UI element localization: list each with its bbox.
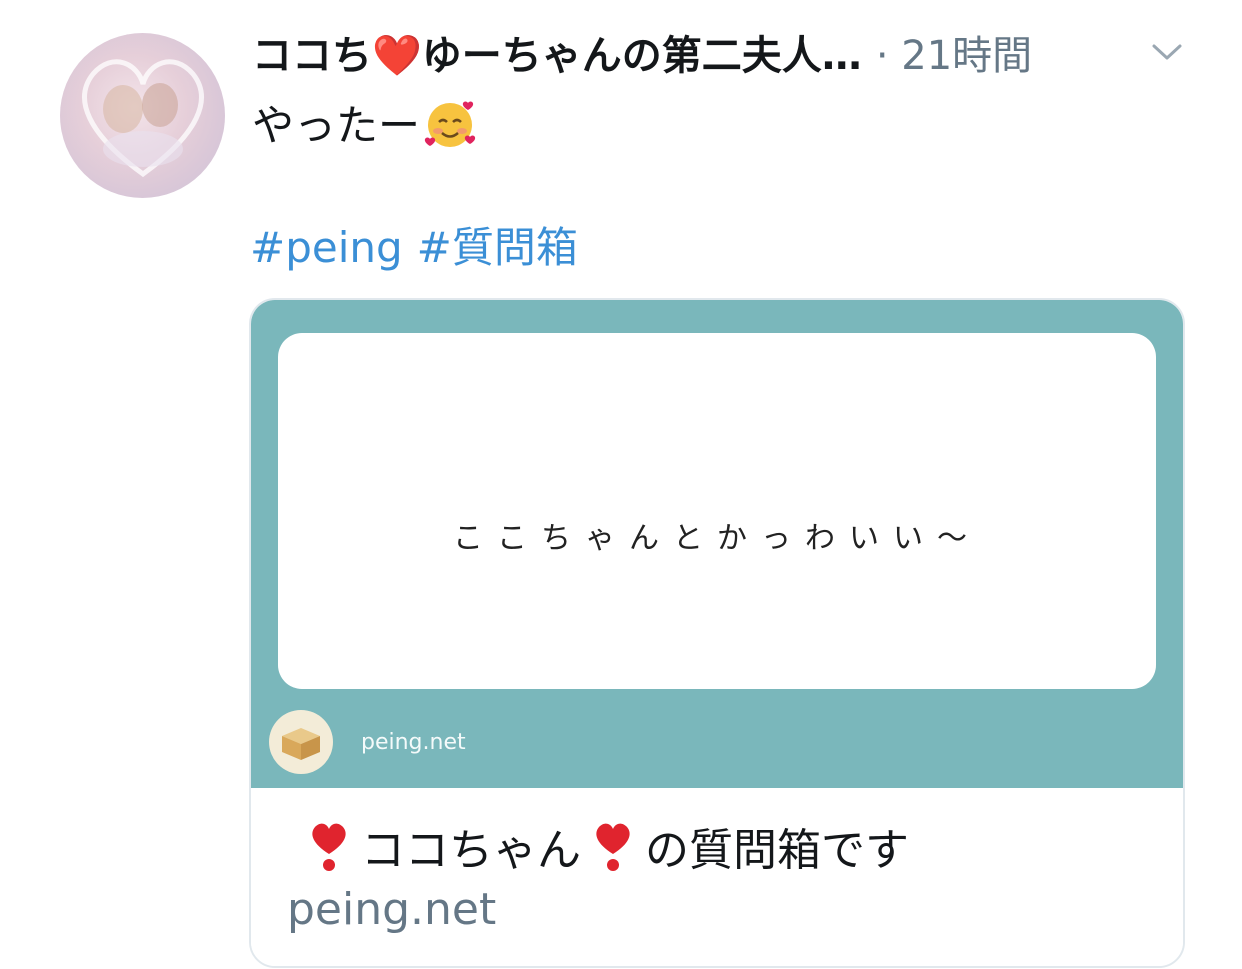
display-name[interactable]: ココち❤️ゆーちゃんの第二夫人… <box>252 23 862 81</box>
tweet-text-content: やったー <box>252 101 421 150</box>
card-site-row: peing.net <box>269 710 466 774</box>
hashtag-question-box[interactable]: #質問箱 <box>417 223 578 272</box>
card-domain: peing.net <box>287 884 497 935</box>
heavy-heart-exclamation-icon <box>312 823 346 871</box>
tweet-header: ココち❤️ゆーちゃんの第二夫人… · 21時間 <box>252 22 1192 82</box>
question-panel: ここちゃんとかっわいい〜 <box>278 333 1156 689</box>
question-text: ここちゃんとかっわいい〜 <box>453 521 981 556</box>
hashtags: #peing #質問箱 <box>250 214 592 275</box>
cardboard-box-icon <box>269 710 333 774</box>
tweet-text: やったー <box>252 92 478 153</box>
card-title-name: ココちゃん <box>361 825 581 876</box>
card-title: ココちゃん の質問箱です <box>297 814 909 878</box>
link-card[interactable]: ここちゃんとかっわいい〜 peing.net ココちゃん の質問箱です pein… <box>249 298 1185 968</box>
card-body[interactable]: ココちゃん の質問箱です peing.net <box>251 788 1183 966</box>
card-title-suffix: の質問箱です <box>645 825 909 876</box>
avatar[interactable] <box>60 33 225 198</box>
hashtag-peing[interactable]: #peing <box>250 223 403 272</box>
card-site-label: peing.net <box>361 729 466 755</box>
timestamp[interactable]: · 21時間 <box>876 23 1032 81</box>
avatar-heart-decoration <box>82 59 204 178</box>
card-preview-image[interactable]: ここちゃんとかっわいい〜 peing.net <box>251 300 1183 788</box>
smiling-face-with-hearts-icon <box>424 101 476 147</box>
chevron-down-icon[interactable] <box>1150 40 1184 64</box>
heavy-heart-exclamation-icon <box>596 823 630 871</box>
